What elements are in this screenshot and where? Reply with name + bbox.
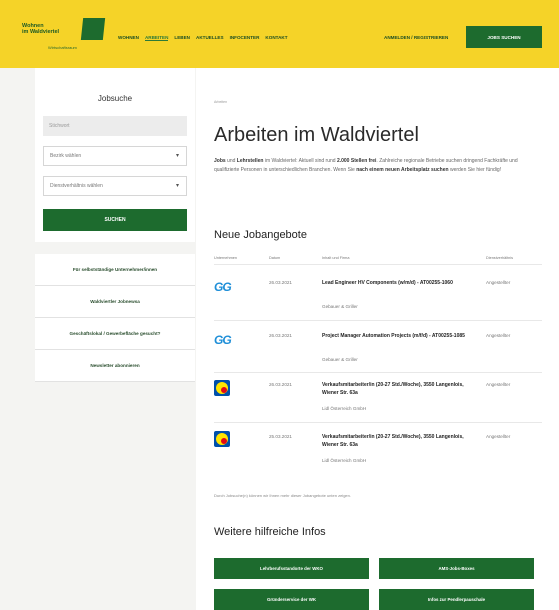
job-title-link[interactable]: Lead Engineer HV Components (w/m/d) - AT…: [322, 279, 467, 287]
main-content: Arbeiten Arbeiten im Waldviertel Jobs un…: [196, 68, 559, 610]
nav-item-arbeiten[interactable]: Arbeiten: [144, 35, 169, 41]
info-button-founder-service[interactable]: Gründerservice der WK: [214, 589, 369, 610]
job-title-link[interactable]: Verkaufsmitarbeiter/in (20-27 Std./Woche…: [322, 433, 467, 449]
sidebar-link-newsletter[interactable]: Newsletter abonnieren: [35, 350, 195, 382]
job-company: Lidl Österreich GmbH: [322, 458, 367, 463]
intro-text: Jobs und Lehrstellen im Waldviertel: Akt…: [214, 158, 518, 173]
login-link[interactable]: Anmelden / Registrieren: [384, 35, 448, 40]
column-header-type: Dienstverhältnis: [486, 256, 514, 260]
site-logo[interactable]: Wohnen im Waldviertel Wirtschaftsraum: [22, 16, 106, 52]
sidebar-link-business-space[interactable]: Geschäftslokal / Gewerbefläche gesucht?: [35, 318, 195, 350]
sidebar: Jobsuche Stichwort Bezirk wählen ▾ Diens…: [35, 68, 195, 382]
job-company: Gebauer & Griller: [322, 357, 358, 362]
job-company: Lidl Österreich GmbH: [322, 406, 367, 411]
table-divider: [214, 372, 542, 373]
logo-line2: im Waldviertel: [22, 29, 60, 35]
main-nav: Wohnen Arbeiten Leben Aktuelles Infocent…: [118, 35, 288, 41]
table-divider: [214, 422, 542, 423]
jobs-search-button[interactable]: Jobs suchen: [466, 26, 542, 48]
keyword-input[interactable]: Stichwort: [43, 116, 187, 136]
job-search-panel: Jobsuche Stichwort Bezirk wählen ▾ Diens…: [35, 68, 195, 242]
nav-item-kontakt[interactable]: Kontakt: [265, 35, 287, 41]
page-title: Arbeiten im Waldviertel: [214, 124, 419, 146]
jobs-footnote: Durch Jobsuche(n) können wir Ihnen mehr …: [214, 493, 351, 498]
job-type: Angestellter: [486, 280, 511, 285]
table-divider: [214, 264, 542, 265]
company-logo-lidl-icon: [214, 380, 230, 396]
sidebar-link-self-employed[interactable]: Für selbstständige Unternehmer/innen: [35, 254, 195, 286]
company-logo-gg-icon: GG: [214, 280, 232, 294]
job-title-link[interactable]: Project Manager Automation Projects (m/f…: [322, 332, 467, 340]
district-select[interactable]: Bezirk wählen ▾: [43, 146, 187, 166]
chevron-down-icon: ▾: [175, 153, 179, 159]
info-button-wko[interactable]: Lehrberufsstandorte der WKO: [214, 558, 369, 579]
job-date: 26.03.2021: [269, 333, 292, 338]
column-header-company: Unternehmen: [214, 256, 238, 260]
jobs-section-title: Neue Jobangebote: [214, 229, 307, 241]
district-select-value: Bezirk wählen: [50, 153, 82, 159]
breadcrumb[interactable]: Arbeiten: [214, 90, 236, 104]
info-section-title: Weitere hilfreiche Infos: [214, 526, 326, 538]
info-button-commuter[interactable]: Infos zur Pendlerpauschale: [379, 589, 534, 610]
logo-mark-icon: [80, 18, 106, 40]
search-submit-button[interactable]: Suchen: [43, 209, 187, 231]
job-title-link[interactable]: Verkaufsmitarbeiter/in (20-27 Std./Woche…: [322, 381, 467, 397]
nav-item-wohnen[interactable]: Wohnen: [118, 35, 139, 41]
job-date: 26.03.2021: [269, 280, 292, 285]
job-type: Angestellter: [486, 333, 511, 338]
job-type: Angestellter: [486, 434, 511, 439]
job-date: 26.03.2021: [269, 382, 292, 387]
logo-subtitle: Wirtschaftsraum: [48, 45, 77, 50]
employment-select-value: Dienstverhältnis wählen: [50, 183, 103, 189]
company-logo-lidl-icon: [214, 431, 230, 447]
job-company: Gebauer & Griller: [322, 304, 358, 309]
sidebar-link-jobnews[interactable]: Waldviertler Jobnewsa: [35, 286, 195, 318]
chevron-down-icon: ▾: [175, 183, 179, 189]
table-divider: [214, 320, 542, 321]
nav-item-aktuelles[interactable]: Aktuelles: [196, 35, 224, 41]
site-header: Wohnen im Waldviertel Wirtschaftsraum Wo…: [0, 0, 559, 68]
info-button-ams[interactable]: AMS-Jobs-Boxes: [379, 558, 534, 579]
column-header-content: Inhalt und Firma: [322, 256, 350, 260]
job-search-title: Jobsuche: [97, 94, 133, 103]
employment-select[interactable]: Dienstverhältnis wählen ▾: [43, 176, 187, 196]
column-header-date: Datum: [269, 256, 281, 260]
nav-item-leben[interactable]: Leben: [174, 35, 190, 41]
job-date: 25.03.2021: [269, 434, 292, 439]
company-logo-gg-icon: GG: [214, 333, 232, 347]
job-type: Angestellter: [486, 382, 511, 387]
nav-item-infocenter[interactable]: Infocenter: [230, 35, 260, 41]
